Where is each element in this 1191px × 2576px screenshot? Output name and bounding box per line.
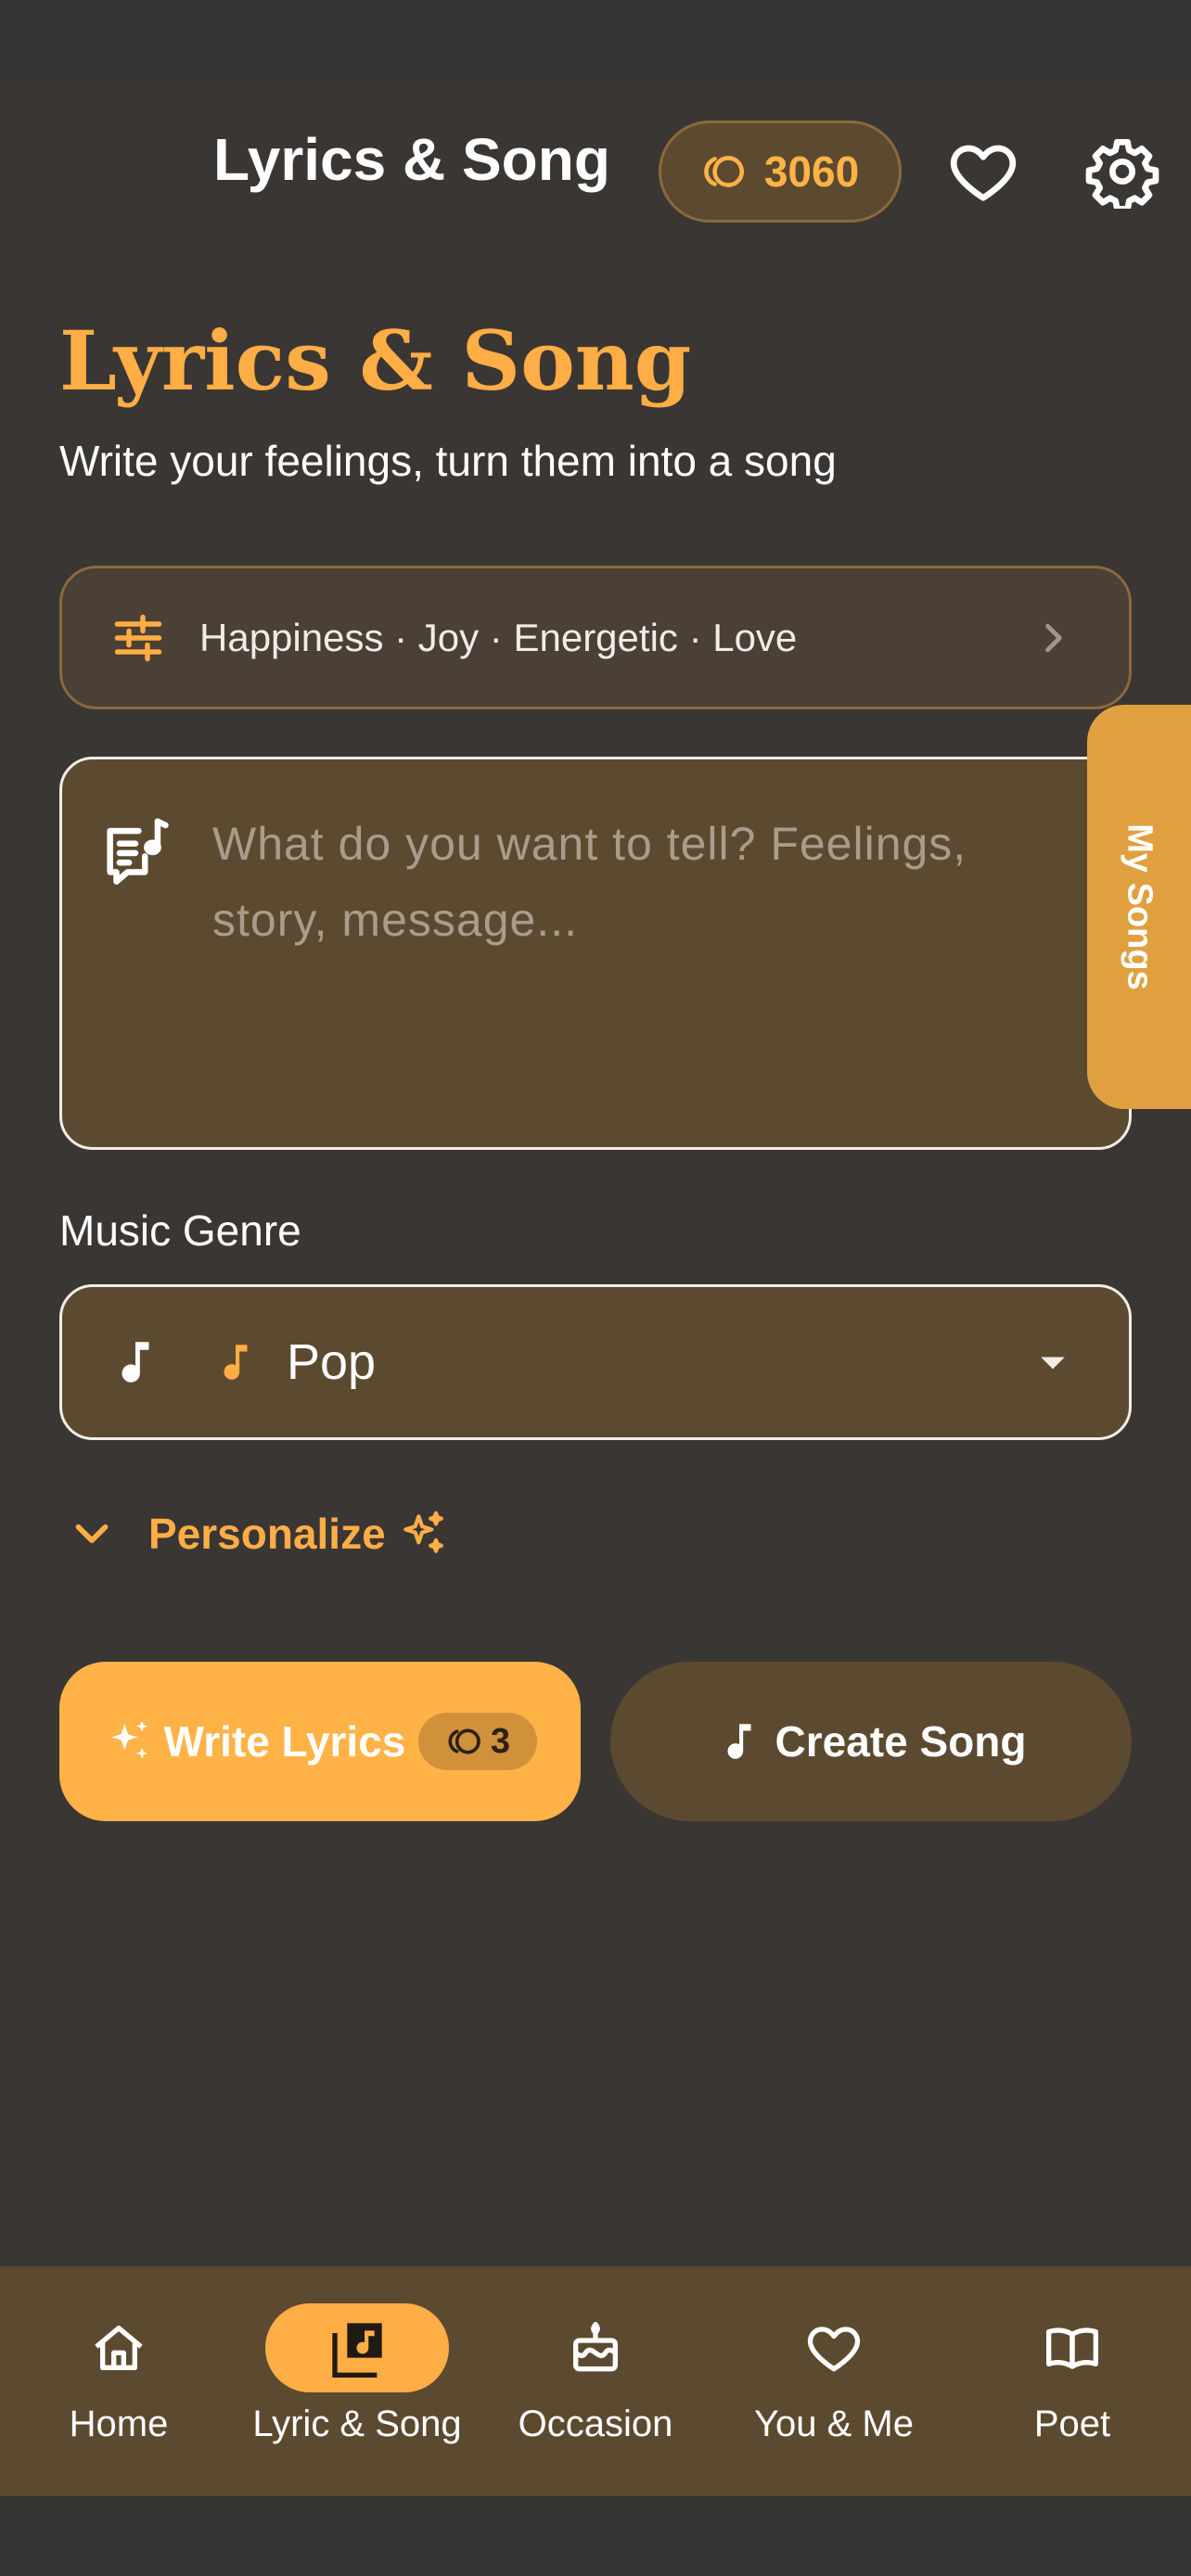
caret-down-icon [1041, 1357, 1065, 1370]
coin-icon [448, 1728, 480, 1754]
system-navigation-area [0, 2496, 1191, 2576]
chevron-down-icon [75, 1524, 109, 1544]
my-songs-label: My Songs [1120, 823, 1159, 990]
page-subtitle: Write your feelings, turn them into a so… [59, 437, 837, 485]
mood-selector[interactable]: Happiness · Joy · Energetic · Love [59, 566, 1132, 709]
favorites-button[interactable] [946, 134, 1020, 209]
tune-icon [114, 614, 162, 661]
gear-icon [1085, 139, 1159, 212]
nav-label: You & Me [754, 2404, 914, 2444]
coin-count: 3060 [763, 147, 860, 196]
library-music-icon [332, 2323, 382, 2378]
personalize-label: Personalize [148, 1510, 386, 1558]
nav-icon-container [742, 2303, 926, 2392]
sparkle-icon [110, 1720, 147, 1759]
nav-item-home[interactable]: Home [0, 2266, 237, 2496]
cost-value: 3 [490, 1721, 510, 1761]
nav-item-poet[interactable]: Poet [954, 2266, 1191, 2496]
lyrics-note-icon [107, 818, 169, 885]
cost-badge: 3 [418, 1713, 538, 1770]
heart-icon [951, 145, 1016, 201]
nav-label: Lyric & Song [252, 2404, 462, 2444]
personalize-toggle[interactable]: Personalize [65, 1502, 449, 1565]
my-songs-tab[interactable]: My Songs [1087, 705, 1191, 1109]
coin-icon [704, 156, 744, 187]
book-icon [1046, 2327, 1098, 2369]
chevron-right-icon [1045, 623, 1062, 652]
status-bar [0, 0, 1191, 80]
settings-button[interactable] [1085, 134, 1159, 212]
genre-label: Music Genre [59, 1206, 301, 1255]
nav-label: Occasion [518, 2404, 673, 2444]
music-note-icon [727, 1724, 751, 1759]
genre-note-icon [224, 1345, 248, 1380]
genre-dropdown[interactable]: Pop [59, 1284, 1132, 1440]
nav-icon-container [27, 2303, 211, 2392]
heart-icon [808, 2327, 860, 2372]
nav-icon-container [504, 2303, 687, 2392]
lyrics-placeholder: What do you want to tell? Feelings, stor… [212, 818, 967, 946]
page-title: Lyrics & Song [59, 312, 692, 409]
nav-item-lyric-song[interactable]: Lyric & Song [238, 2266, 476, 2496]
write-lyrics-label: Write Lyrics [163, 1717, 406, 1766]
app-title: Lyrics & Song [213, 126, 610, 193]
create-song-label: Create Song [775, 1717, 1027, 1766]
bottom-navigation: Home Lyric & Song Occasion You & Me Poet [0, 2266, 1191, 2496]
lyrics-input[interactable]: What do you want to tell? Feelings, stor… [59, 757, 1132, 1150]
nav-icon-container [980, 2303, 1164, 2392]
nav-item-occasion[interactable]: Occasion [477, 2266, 714, 2496]
sparkle-icon [403, 1511, 443, 1553]
write-lyrics-button[interactable]: Write Lyrics 3 [59, 1662, 581, 1821]
nav-label: Home [69, 2404, 169, 2444]
music-note-icon [122, 1342, 149, 1383]
mood-text: Happiness · Joy · Energetic · Love [199, 615, 798, 659]
create-song-button[interactable]: Create Song [610, 1662, 1132, 1821]
nav-label: Poet [1033, 2404, 1111, 2444]
nav-icon-container-active [265, 2303, 449, 2392]
coin-balance-button[interactable]: 3060 [659, 121, 902, 223]
genre-value: Pop [287, 1334, 377, 1390]
cake-icon [573, 2322, 618, 2372]
home-icon [95, 2326, 143, 2370]
nav-item-you-and-me[interactable]: You & Me [715, 2266, 953, 2496]
